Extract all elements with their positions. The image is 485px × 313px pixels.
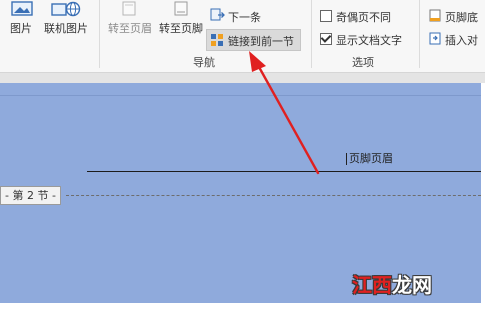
link-icon	[211, 34, 223, 46]
footer-label: 页脚页眉	[346, 153, 393, 165]
footer-bottom-button[interactable]: 页脚底	[445, 9, 478, 25]
picture-button[interactable]: 图片	[10, 20, 32, 36]
next-icon	[210, 8, 225, 21]
section-break-line	[66, 195, 481, 196]
options-group-label: 选项	[352, 56, 374, 69]
separator	[311, 0, 312, 68]
insert-align-icon	[429, 32, 441, 45]
document-area[interactable]: 页脚页眉 - 第 2 节 - 江西龙网	[0, 83, 481, 303]
go-to-footer-button[interactable]: 转至页脚	[159, 20, 203, 36]
section-label: - 第 2 节 -	[0, 186, 61, 205]
go-to-header-button[interactable]: 转至页眉	[108, 20, 152, 36]
page-edge-line	[0, 95, 481, 96]
online-picture-button[interactable]: 联机图片	[44, 20, 88, 36]
odd-even-checkbox[interactable]: 奇偶页不同	[320, 9, 391, 25]
separator	[99, 0, 100, 68]
go-to-header-icon	[122, 1, 136, 16]
next-button[interactable]: 下一条	[228, 9, 261, 25]
nav-group-label: 导航	[193, 56, 215, 69]
show-doc-text-label: 显示文档文字	[336, 34, 402, 47]
ribbon: 图片 联机图片 转至页眉 转至页脚 下一条 链接到前一节 导航 奇偶页不同 显示…	[0, 0, 485, 73]
watermark: 江西龙网	[352, 273, 432, 297]
show-doc-text-checkbox[interactable]: 显示文档文字	[320, 32, 402, 48]
footer-bottom-icon	[429, 9, 441, 22]
link-to-previous-label: 链接到前一节	[228, 35, 294, 48]
odd-even-label: 奇偶页不同	[336, 11, 391, 24]
checkbox-checked[interactable]	[320, 33, 332, 45]
picture-icon[interactable]	[11, 1, 33, 17]
online-picture-icon[interactable]	[50, 1, 82, 17]
checkbox-unchecked[interactable]	[320, 10, 332, 22]
right-edge	[481, 83, 485, 313]
separator	[419, 0, 420, 68]
footer-line	[87, 171, 481, 172]
ruler-bar	[0, 73, 485, 83]
insert-align-button[interactable]: 插入对	[445, 32, 478, 48]
go-to-footer-icon	[174, 1, 188, 16]
